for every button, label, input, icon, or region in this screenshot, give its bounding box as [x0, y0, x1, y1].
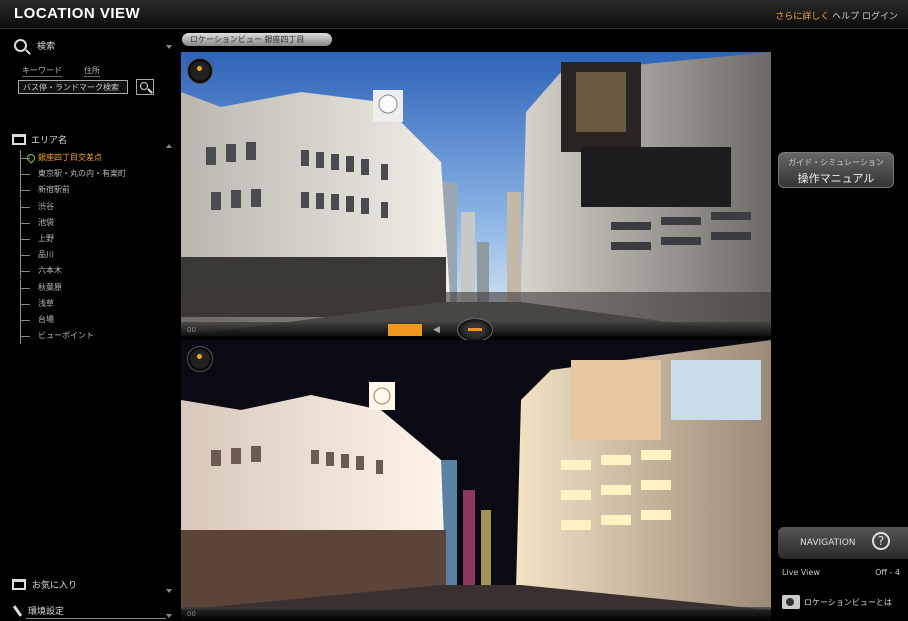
- tree-item[interactable]: 新宿駅前: [12, 182, 172, 199]
- settings-expand-icon[interactable]: [166, 614, 172, 618]
- rotate-knob[interactable]: [457, 318, 493, 342]
- favorites-item[interactable]: お気に入り: [12, 578, 77, 591]
- live-view-label: Live View: [782, 568, 820, 577]
- settings-item[interactable]: 環境設定: [12, 604, 64, 617]
- playback-controls-night: 00: [181, 607, 771, 621]
- tree-item-label: 上野: [38, 233, 54, 243]
- camera-icon: [782, 595, 800, 609]
- panorama-day[interactable]: [181, 52, 771, 336]
- tree-item-label: 六本木: [38, 266, 62, 276]
- tree-collapse-icon[interactable]: [166, 144, 172, 148]
- favorites-expand-icon[interactable]: [166, 589, 172, 593]
- divider: [26, 618, 166, 619]
- speaker-icon[interactable]: ◀: [433, 325, 443, 335]
- navigation-button[interactable]: NAVIGATION ?: [778, 527, 908, 559]
- tree-item[interactable]: 秋葉原: [12, 279, 172, 296]
- live-view-value: Off - 4: [875, 568, 900, 577]
- app-logo: LOCATION VIEW: [14, 5, 141, 22]
- top-links: さらに詳しく ヘルプ ログイン: [775, 9, 898, 22]
- search-header[interactable]: 検索: [14, 39, 55, 52]
- help-icon[interactable]: ?: [872, 532, 890, 550]
- playback-controls: 00 ◀: [181, 318, 771, 342]
- manual-button-label: 操作マニュアル: [797, 172, 875, 185]
- tree-item-label: 秋葉原: [38, 282, 62, 292]
- favorites-label: お気に入り: [32, 581, 78, 591]
- frame-counter: 00: [187, 610, 196, 618]
- location-pin-icon: [25, 152, 37, 164]
- top-link-more[interactable]: さらに詳しく: [775, 12, 829, 22]
- tree-item[interactable]: 池袋: [12, 214, 172, 231]
- tree-item-label: 渋谷: [38, 201, 54, 211]
- tree-item-label: 新宿駅前: [38, 185, 70, 195]
- search-input[interactable]: バス停・ランドマーク検索: [18, 80, 128, 94]
- settings-label: 環境設定: [28, 607, 65, 617]
- tree-item-label: ビューポイント: [38, 331, 94, 341]
- about-link-label: ロケーションビューとは: [804, 597, 892, 607]
- search-header-label: 検索: [37, 42, 56, 52]
- manual-button[interactable]: ガイド・シミュレーション 操作マニュアル: [778, 152, 894, 188]
- tree-item[interactable]: 浅草: [12, 295, 172, 312]
- tree-item-label: 銀座四丁目交差点: [38, 153, 102, 162]
- compass-icon[interactable]: [187, 346, 213, 372]
- panorama-night[interactable]: [181, 340, 771, 610]
- search-button[interactable]: [136, 79, 154, 95]
- search-tab-address[interactable]: 住所: [84, 65, 100, 77]
- view-tab[interactable]: ロケーションビュー 銀座四丁目: [182, 33, 332, 46]
- sidebar: 検索 キーワード 住所 バス停・ランドマーク検索 エリア名 銀座四丁目交差点 東…: [0, 29, 177, 621]
- panorama-night-image: [181, 340, 771, 610]
- live-view-row: Live View Off - 4: [782, 568, 900, 577]
- tree-item-label: 東京駅・丸の内・有楽町: [38, 169, 126, 179]
- area-tree: エリア名 銀座四丁目交差点 東京駅・丸の内・有楽町 新宿駅前 渋谷 池袋 上野 …: [12, 133, 172, 345]
- favorites-folder-icon: [12, 579, 26, 590]
- navigation-label: NAVIGATION: [800, 538, 856, 548]
- about-link[interactable]: ロケーションビューとは: [782, 595, 892, 609]
- wrench-icon: [12, 605, 22, 617]
- tree-item-label: 池袋: [38, 217, 54, 227]
- search-button-icon: [140, 82, 148, 90]
- tree-item[interactable]: 上野: [12, 230, 172, 248]
- time-slider[interactable]: [388, 324, 422, 336]
- tree-item[interactable]: 渋谷: [12, 198, 172, 215]
- tree-item[interactable]: 品川: [12, 247, 172, 264]
- frame-counter: 00: [187, 326, 196, 334]
- tree-item[interactable]: 東京駅・丸の内・有楽町: [12, 166, 172, 183]
- tree-item[interactable]: 六本木: [12, 263, 172, 280]
- top-bar: LOCATION VIEW さらに詳しく ヘルプ ログイン: [0, 0, 908, 29]
- tree-item[interactable]: ビューポイント: [12, 328, 172, 345]
- search-collapse-icon[interactable]: [166, 45, 172, 49]
- manual-button-sub: ガイド・シミュレーション: [788, 158, 884, 167]
- tree-item-label: 浅草: [38, 298, 54, 308]
- tree-item[interactable]: 台場: [12, 311, 172, 329]
- panorama-day-image: [181, 52, 771, 336]
- tree-item-ginza[interactable]: 銀座四丁目交差点: [12, 150, 172, 167]
- search-icon: [14, 39, 27, 52]
- tree-header-label: エリア名: [31, 136, 68, 146]
- compass-icon[interactable]: [187, 58, 213, 84]
- search-tabs: キーワード 住所: [22, 65, 100, 77]
- folder-icon: [12, 134, 26, 145]
- top-link-help[interactable]: ヘルプ ログイン: [832, 12, 898, 22]
- tree-item-label: 台場: [38, 314, 54, 324]
- tree-item-label: 品川: [38, 250, 54, 260]
- tree-header[interactable]: エリア名: [12, 133, 172, 146]
- search-tab-keyword[interactable]: キーワード: [22, 65, 62, 77]
